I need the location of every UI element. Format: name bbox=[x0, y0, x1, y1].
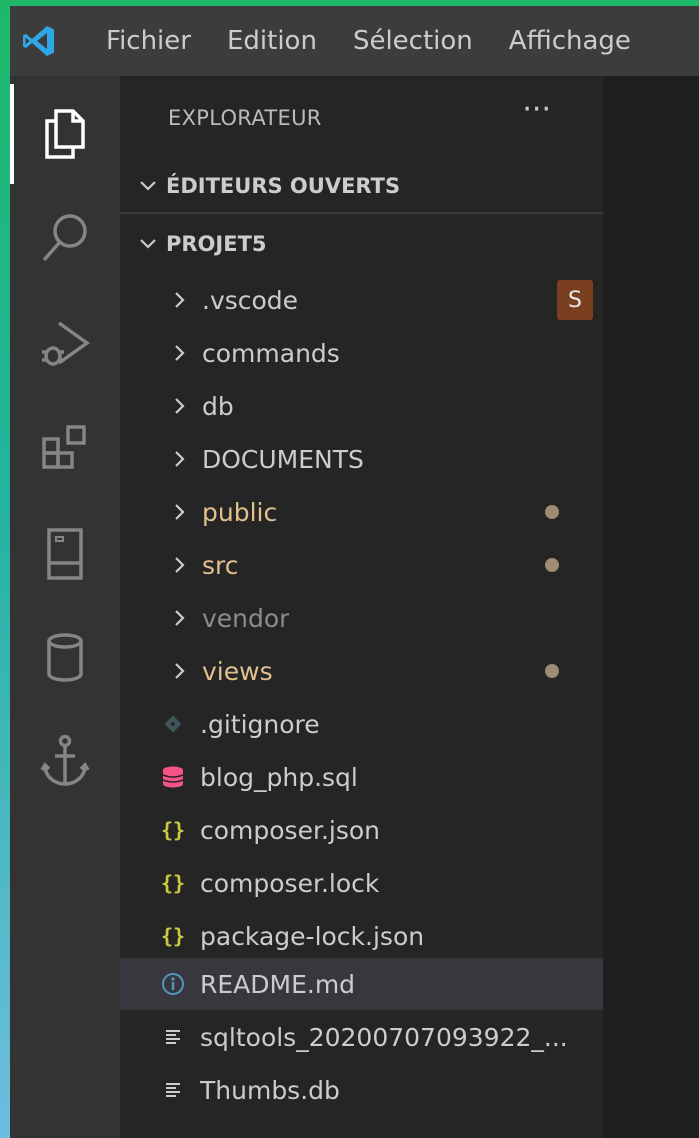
file-label: blog_php.sql bbox=[200, 762, 358, 792]
file-label: .gitignore bbox=[200, 709, 320, 739]
folder-row-vscode[interactable]: .vscode S bbox=[120, 274, 603, 326]
folder-label: DOCUMENTS bbox=[202, 444, 364, 474]
extensions-icon[interactable] bbox=[10, 398, 120, 498]
file-label: composer.json bbox=[200, 815, 381, 845]
folder-row-public[interactable]: public bbox=[120, 486, 603, 538]
json-icon: {} bbox=[160, 871, 186, 895]
open-editors-section[interactable]: ÉDITEURS OUVERTS bbox=[120, 160, 603, 214]
folder-row-views[interactable]: views bbox=[120, 645, 603, 697]
git-icon bbox=[156, 714, 190, 734]
file-label: package-lock.json bbox=[200, 921, 425, 951]
chevron-down-icon bbox=[120, 239, 166, 249]
database-icon[interactable] bbox=[10, 608, 120, 708]
chevron-right-icon bbox=[166, 557, 194, 573]
search-icon[interactable] bbox=[10, 188, 120, 288]
file-row-composer-lock[interactable]: {} composer.lock bbox=[120, 857, 603, 909]
explorer-icon[interactable] bbox=[10, 84, 120, 184]
folder-label: db bbox=[202, 391, 234, 421]
chevron-right-icon bbox=[166, 663, 194, 679]
file-label: Thumbs.db bbox=[200, 1075, 340, 1105]
menu-edition[interactable]: Edition bbox=[209, 6, 335, 76]
file-row-gitignore[interactable]: .gitignore bbox=[120, 698, 603, 750]
open-editors-label: ÉDITEURS OUVERTS bbox=[166, 174, 401, 198]
folder-label: src bbox=[202, 550, 239, 580]
json-icon: {} bbox=[160, 818, 186, 842]
chevron-right-icon bbox=[166, 398, 194, 414]
file-row-package-lock[interactable]: {} package-lock.json bbox=[120, 910, 603, 962]
editor-area[interactable] bbox=[603, 76, 699, 1138]
chevron-right-icon bbox=[166, 345, 194, 361]
file-row-thumbs[interactable]: Thumbs.db bbox=[120, 1064, 603, 1116]
text-file-icon bbox=[156, 1028, 190, 1046]
folder-label: commands bbox=[202, 338, 340, 368]
chevron-right-icon bbox=[166, 292, 194, 308]
menu-affichage[interactable]: Affichage bbox=[491, 6, 649, 76]
project-label: PROJET5 bbox=[166, 232, 267, 256]
folder-row-db[interactable]: db bbox=[120, 380, 603, 432]
json-icon: {} bbox=[160, 924, 186, 948]
info-icon bbox=[156, 972, 190, 996]
file-row-blog-sql[interactable]: blog_php.sql bbox=[120, 751, 603, 803]
folder-label: public bbox=[202, 497, 278, 527]
status-badge: S bbox=[557, 280, 593, 320]
explorer-sidebar: EXPLORATEUR ··· ÉDITEURS OUVERTS PROJET5… bbox=[120, 76, 603, 1138]
chevron-right-icon bbox=[166, 504, 194, 520]
file-row-sqltools[interactable]: sqltools_20200707093922_... bbox=[120, 1011, 603, 1063]
chevron-right-icon bbox=[166, 610, 194, 626]
run-debug-icon[interactable] bbox=[10, 294, 120, 394]
activity-bar bbox=[10, 76, 120, 1138]
file-label: README.md bbox=[200, 969, 356, 999]
modified-dot bbox=[545, 505, 559, 519]
folder-label: views bbox=[202, 656, 273, 686]
file-label: sqltools_20200707093922_... bbox=[200, 1022, 568, 1052]
title-bar: Fichier Edition Sélection Affichage bbox=[10, 6, 699, 76]
more-actions-icon[interactable]: ··· bbox=[522, 95, 603, 125]
vscode-window: Fichier Edition Sélection Affichage EXPL… bbox=[10, 6, 699, 1138]
explorer-header: EXPLORATEUR ··· bbox=[120, 76, 603, 160]
file-row-readme[interactable]: README.md bbox=[120, 958, 603, 1010]
modified-dot bbox=[545, 664, 559, 678]
menu-selection[interactable]: Sélection bbox=[335, 6, 491, 76]
file-row-composer-json[interactable]: {} composer.json bbox=[120, 804, 603, 856]
menu-fichier[interactable]: Fichier bbox=[68, 6, 209, 76]
chevron-right-icon bbox=[166, 451, 194, 467]
folder-row-documents[interactable]: DOCUMENTS bbox=[120, 433, 603, 485]
text-file-icon bbox=[156, 1081, 190, 1099]
chevron-down-icon bbox=[120, 181, 166, 191]
modified-dot bbox=[545, 558, 559, 572]
folder-row-vendor[interactable]: vendor bbox=[120, 592, 603, 644]
folder-label: vendor bbox=[202, 603, 290, 633]
database-file-icon bbox=[156, 765, 190, 789]
file-label: composer.lock bbox=[200, 868, 380, 898]
folder-label: .vscode bbox=[202, 285, 299, 315]
folder-row-src[interactable]: src bbox=[120, 539, 603, 591]
anchor-icon[interactable] bbox=[10, 712, 120, 812]
remote-explorer-icon[interactable] bbox=[10, 504, 120, 604]
explorer-title: EXPLORATEUR bbox=[168, 106, 322, 130]
project-section[interactable]: PROJET5 bbox=[120, 218, 603, 270]
folder-row-commands[interactable]: commands bbox=[120, 327, 603, 379]
vscode-logo-icon bbox=[10, 6, 68, 76]
